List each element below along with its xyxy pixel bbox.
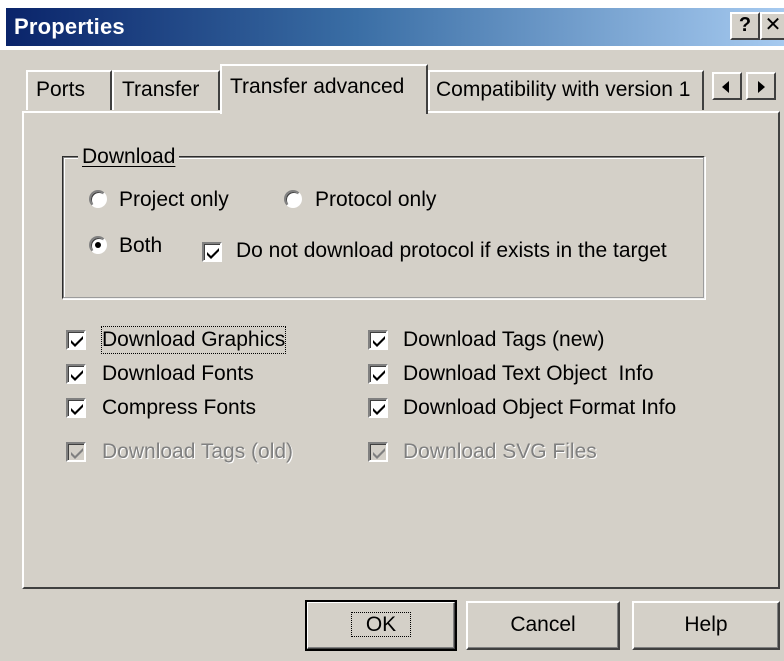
checkmark-icon (71, 404, 83, 415)
download-tags-new-checkbox[interactable] (368, 330, 388, 350)
checkmark-icon (71, 336, 83, 347)
download-graphics-checkbox[interactable] (66, 330, 86, 350)
download-object-format-info-label[interactable]: Download Object Format Info (403, 395, 676, 421)
properties-dialog: Properties ? ✕ Ports Transfer Transfer a… (0, 0, 784, 661)
compress-fonts-checkbox[interactable] (66, 398, 86, 418)
download-svg-files-checkbox (368, 442, 388, 462)
radio-both[interactable] (89, 236, 107, 254)
download-text-object-info-checkbox[interactable] (368, 364, 388, 384)
tab-scroll-left-icon[interactable] (712, 72, 742, 100)
tab-label: Transfer advanced (230, 75, 405, 98)
download-groupbox (62, 156, 705, 299)
cancel-button[interactable]: Cancel (466, 601, 620, 650)
download-fonts-checkbox[interactable] (66, 364, 86, 384)
help-button[interactable]: Help (632, 601, 780, 650)
tab-label: Transfer (122, 78, 200, 101)
download-fonts-label[interactable]: Download Fonts (102, 361, 254, 387)
download-svg-files-label: Download SVG Files (403, 440, 597, 463)
checkmark-icon (373, 448, 385, 459)
do-not-download-protocol-checkbox[interactable] (202, 242, 222, 262)
tab-transfer[interactable]: Transfer (112, 70, 220, 110)
compress-fonts-label[interactable]: Compress Fonts (102, 395, 256, 421)
radio-project-only[interactable] (89, 190, 107, 208)
do-not-download-protocol-label[interactable]: Do not download protocol if exists in th… (236, 238, 667, 264)
radio-protocol-only[interactable] (284, 190, 302, 208)
help-button-label: Help (684, 613, 728, 636)
checkmark-icon (373, 404, 385, 415)
radio-protocol-only-label[interactable]: Protocol only (315, 187, 436, 213)
download-tags-new-label[interactable]: Download Tags (new) (403, 327, 605, 353)
close-icon[interactable]: ✕ (760, 12, 784, 40)
download-tags-old-checkbox (66, 442, 86, 462)
arrow-right-glyph (758, 81, 765, 93)
checkmark-icon (373, 370, 385, 381)
download-graphics-label[interactable]: Download Graphics (100, 326, 287, 354)
radio-both-label[interactable]: Both (119, 233, 162, 259)
cancel-button-label: Cancel (510, 613, 576, 636)
tab-scroll-right-icon[interactable] (746, 72, 776, 100)
checkmark-icon (71, 370, 83, 381)
download-tags-old-label: Download Tags (old) (102, 440, 294, 463)
tab-transfer-advanced[interactable]: Transfer advanced (220, 64, 428, 114)
checkmark-icon (373, 336, 385, 347)
arrow-left-glyph (722, 81, 729, 93)
tab-label: Compatibility with version 1 (436, 78, 691, 101)
tab-ports[interactable]: Ports (26, 70, 112, 110)
checkmark-icon (71, 448, 83, 459)
window-title: Properties (14, 14, 125, 39)
tab-compatibility-version-1[interactable]: Compatibility with version 1 (428, 70, 704, 110)
title-bar[interactable]: Properties ? ✕ (0, 0, 784, 50)
download-text-object-info-label[interactable]: Download Text Object Info (403, 361, 654, 387)
tab-label: Ports (36, 78, 86, 101)
ok-button[interactable]: OK (305, 600, 457, 651)
radio-project-only-label[interactable]: Project only (119, 187, 229, 213)
checkmark-icon (207, 248, 219, 259)
help-icon[interactable]: ? (730, 12, 760, 40)
radio-selected-dot (95, 242, 101, 248)
ok-button-label: OK (350, 612, 412, 637)
download-object-format-info-checkbox[interactable] (368, 398, 388, 418)
download-group-legend: Download (78, 144, 180, 170)
